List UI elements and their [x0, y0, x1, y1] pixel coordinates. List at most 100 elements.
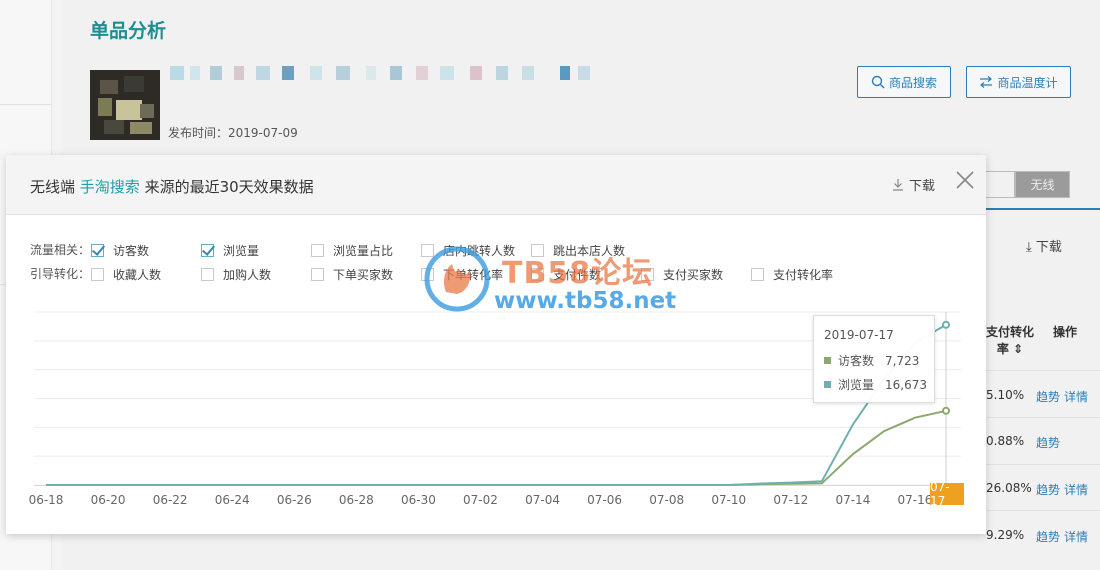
- checkbox-checked-icon[interactable]: [91, 244, 104, 257]
- table-cell-rate: 5.10%: [986, 388, 1025, 402]
- checkbox-icon[interactable]: [201, 268, 214, 281]
- checkbox-option[interactable]: 下单买家数: [311, 266, 393, 283]
- toggle-wireless[interactable]: 无线: [1015, 171, 1070, 198]
- x-tick-label: 06-24: [215, 493, 250, 507]
- product-thermometer-button[interactable]: 商品温度计: [966, 66, 1071, 98]
- row-divider: [986, 464, 1100, 465]
- checkbox-label: 访客数: [113, 244, 150, 258]
- series-line-1: [46, 409, 947, 486]
- checkbox-label: 浏览量: [223, 244, 260, 258]
- x-tick-label: 07-10: [711, 493, 746, 507]
- trend-link[interactable]: 趋势: [1036, 528, 1060, 545]
- tooltip-row: 访客数 7,723: [824, 352, 919, 369]
- checkbox-checked-icon[interactable]: [201, 244, 214, 257]
- checkbox-label: 浏览量占比: [333, 244, 394, 258]
- checkbox-option[interactable]: 支付转化率: [751, 266, 833, 283]
- guide-filter-label: 引导转化：: [30, 267, 91, 281]
- x-tick-label: 06-22: [153, 493, 188, 507]
- data-point: [942, 320, 950, 329]
- checkbox-icon[interactable]: [421, 244, 434, 257]
- sidebar-divider: [0, 104, 52, 105]
- checkbox-icon[interactable]: [311, 268, 324, 281]
- checkbox-option[interactable]: 支付买家数: [641, 266, 723, 283]
- page-title: 单品分析: [90, 20, 167, 42]
- x-tick-label: 06-28: [339, 493, 374, 507]
- data-point: [942, 406, 950, 415]
- chart-tooltip: 2019-07-17 访客数 7,723 浏览量 16,673: [813, 315, 935, 403]
- x-tick-label: 07-14: [835, 493, 870, 507]
- column-header-rate[interactable]: 支付转化率 ⇕: [986, 323, 1034, 357]
- checkbox-icon[interactable]: [531, 244, 544, 257]
- detail-link[interactable]: 详情: [1064, 388, 1088, 405]
- modal-title: 无线端 手淘搜索 来源的最近30天效果数据: [30, 178, 314, 196]
- product-thermometer-label: 商品温度计: [997, 75, 1058, 90]
- download-icon: [893, 179, 903, 191]
- tooltip-series-value: 16,673: [885, 377, 928, 392]
- checkbox-icon[interactable]: [421, 268, 434, 281]
- product-search-button[interactable]: 商品搜索: [857, 66, 951, 98]
- checkbox-label: 跳出本店人数: [553, 244, 626, 258]
- x-tick-label: 06-20: [91, 493, 126, 507]
- hover-date-label: 07-17: [930, 480, 964, 508]
- checkbox-option[interactable]: 收藏人数: [91, 266, 161, 283]
- product-thumbnail: [90, 70, 160, 140]
- checkbox-option[interactable]: 店内跳转人数: [421, 242, 515, 259]
- checkbox-option[interactable]: 下单转化率: [421, 266, 503, 283]
- trend-link[interactable]: 趋势: [1036, 434, 1060, 451]
- close-icon[interactable]: [954, 169, 976, 191]
- product-name-blurred: [170, 66, 590, 80]
- x-tick-label: 07-12: [773, 493, 808, 507]
- checkbox-label: 店内跳转人数: [443, 244, 516, 258]
- checkbox-option[interactable]: 跳出本店人数: [531, 242, 625, 259]
- column-header-action: 操作: [1052, 325, 1077, 339]
- sort-icon: ⇕: [1013, 342, 1024, 356]
- checkbox-option[interactable]: 浏览量占比: [311, 242, 393, 259]
- source-name: 手淘搜索: [79, 178, 140, 196]
- background-download-button[interactable]: ⤓ 下载: [1026, 236, 1062, 255]
- checkbox-label: 支付件数: [553, 268, 602, 282]
- checkbox-icon[interactable]: [641, 268, 654, 281]
- tooltip-series-name: 浏览量: [838, 378, 875, 392]
- checkbox-label: 下单转化率: [443, 268, 504, 282]
- modal-download-label: 下载: [909, 179, 936, 194]
- detail-link[interactable]: 详情: [1064, 481, 1088, 498]
- x-tick-label: 07-02: [463, 493, 498, 507]
- x-tick-label: 06-30: [401, 493, 436, 507]
- x-tick-label: 07-06: [587, 493, 622, 507]
- table-cell-rate: 0.88%: [986, 434, 1025, 448]
- checkbox-option[interactable]: 加购人数: [201, 266, 271, 283]
- trend-link[interactable]: 趋势: [1036, 481, 1060, 498]
- product-search-label: 商品搜索: [888, 75, 937, 90]
- background-download-label: 下载: [1035, 240, 1062, 255]
- checkbox-label: 支付转化率: [773, 268, 834, 282]
- table-cell-rate: 26.08%: [986, 481, 1032, 495]
- modal-header: 无线端 手淘搜索 来源的最近30天效果数据 下载: [6, 155, 986, 215]
- checkbox-option[interactable]: 浏览量: [201, 242, 259, 259]
- checkbox-icon[interactable]: [91, 268, 104, 281]
- series-swatch: [824, 381, 831, 388]
- search-icon: [871, 75, 885, 89]
- trend-link[interactable]: 趋势: [1036, 388, 1060, 405]
- x-tick-label: 07-04: [525, 493, 560, 507]
- checkbox-icon[interactable]: [311, 244, 324, 257]
- modal-download-button[interactable]: 下载: [892, 175, 935, 194]
- checkbox-option[interactable]: 支付件数: [531, 266, 601, 283]
- x-tick-label: 07-08: [649, 493, 684, 507]
- publish-date: 发布时间：2019-07-09: [168, 126, 298, 140]
- checkbox-label: 加购人数: [223, 268, 272, 282]
- row-divider: [986, 370, 1100, 371]
- row-divider: [986, 417, 1100, 418]
- x-tick-label: 06-18: [29, 493, 64, 507]
- checkbox-icon[interactable]: [531, 268, 544, 281]
- effect-data-modal: 无线端 手淘搜索 来源的最近30天效果数据 下载 流量相关： 访客数 浏览量 浏览量…: [6, 155, 986, 534]
- detail-link[interactable]: 详情: [1064, 528, 1088, 545]
- series-line-2: [46, 323, 947, 486]
- swap-icon: [980, 76, 993, 88]
- checkbox-label: 下单买家数: [333, 268, 394, 282]
- checkbox-label: 收藏人数: [113, 268, 162, 282]
- checkbox-label: 支付买家数: [663, 268, 724, 282]
- checkbox-option[interactable]: 访客数: [91, 242, 149, 259]
- checkbox-icon[interactable]: [751, 268, 764, 281]
- tab-underline: [986, 208, 1100, 210]
- tooltip-date: 2019-07-17: [824, 328, 894, 342]
